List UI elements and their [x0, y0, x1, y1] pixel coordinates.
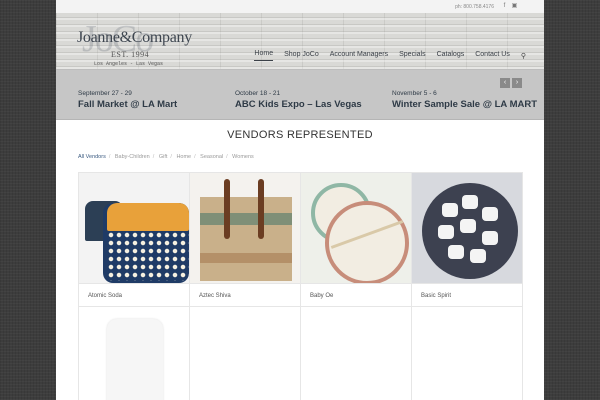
vendor-name: Basic Spirit [421, 293, 452, 299]
vendor-name: Aztec Shiva [199, 293, 231, 299]
chevron-left-icon[interactable]: ‹ [500, 78, 510, 88]
event-title: ABC Kids Expo – Las Vegas [235, 99, 362, 110]
vendor-image-aztec-shiva[interactable] [190, 173, 301, 284]
section-title: VENDORS REPRESENTED [227, 129, 373, 141]
event-title: Winter Sample Sale @ LA MART [392, 99, 538, 110]
top-bar: ph: 800.758.4176 f ▣ [56, 0, 544, 13]
event-title: Fall Market @ LA Mart [78, 99, 178, 110]
vendor-caption[interactable]: Baby Oe [301, 284, 412, 307]
vendor-image[interactable] [79, 307, 190, 400]
filter-seasonal[interactable]: Seasonal [200, 154, 223, 160]
event-date: November 5 - 6 [392, 90, 437, 97]
event-arrows: ‹ › [500, 78, 522, 88]
filter-gift[interactable]: Gift [159, 154, 168, 160]
nav-home[interactable]: Home [254, 50, 274, 61]
vendor-image-basic-spirit[interactable] [412, 173, 523, 284]
phone-number: ph: 800.758.4176 [455, 4, 494, 10]
nav-catalogs[interactable]: Catalogs [437, 51, 465, 61]
events-bar: September 27 - 29 Fall Market @ LA Mart … [56, 70, 544, 120]
instagram-icon[interactable]: ▣ [511, 3, 518, 10]
site-header: JoCo Joanne&Company EST. 1994 Los Angele… [56, 13, 544, 70]
vendor-grid: Atomic Soda Aztec Shiva Baby Oe Basic Sp… [78, 172, 523, 400]
filter-baby-children[interactable]: Baby-Children [115, 154, 150, 160]
event-date: October 18 - 21 [235, 90, 281, 97]
nav-shop-joco[interactable]: Shop JoCo [284, 51, 319, 61]
filter-all-vendors[interactable]: All Vendors [78, 154, 106, 160]
vendor-caption[interactable]: Atomic Soda [79, 284, 190, 307]
vendor-image[interactable] [190, 307, 301, 400]
logo-name[interactable]: Joanne&Company [77, 29, 192, 47]
page-container: ph: 800.758.4176 f ▣ JoCo Joanne&Company… [56, 0, 544, 400]
main-nav: Home Shop JoCo Account Managers Specials… [254, 50, 526, 61]
nav-specials[interactable]: Specials [399, 51, 425, 61]
event-item[interactable]: October 18 - 21 ABC Kids Expo – Las Vega… [235, 90, 362, 110]
vendor-caption[interactable]: Aztec Shiva [190, 284, 301, 307]
filter-home[interactable]: Home [176, 154, 191, 160]
filter-womens[interactable]: Womens [232, 154, 254, 160]
nav-account-managers[interactable]: Account Managers [330, 51, 388, 61]
facebook-icon[interactable]: f [501, 3, 508, 10]
vendor-name: Atomic Soda [88, 293, 123, 299]
chevron-right-icon[interactable]: › [512, 78, 522, 88]
vendor-filters: All Vendors / Baby-Children / Gift / Home / … [78, 154, 254, 160]
logo-locations: Los Angeles - Las Vegas [94, 61, 164, 67]
event-item[interactable]: September 27 - 29 Fall Market @ LA Mart [78, 90, 177, 110]
vendor-caption[interactable]: Basic Spirit [412, 284, 523, 307]
nav-contact-us[interactable]: Contact Us [475, 51, 510, 61]
event-item[interactable]: November 5 - 6 Winter Sample Sale @ LA M… [392, 90, 537, 110]
search-icon[interactable]: ⚲ [521, 52, 526, 60]
vendor-image[interactable] [412, 307, 523, 400]
vendor-image[interactable] [301, 307, 412, 400]
logo-established: EST. 1994 [111, 50, 150, 59]
vendor-image-atomic-soda[interactable] [79, 173, 190, 284]
event-date: September 27 - 29 [78, 90, 132, 97]
main-content: VENDORS REPRESENTED All Vendors / Baby-Ch… [56, 120, 544, 400]
vendor-image-baby-oe[interactable] [301, 173, 412, 284]
vendor-name: Baby Oe [310, 293, 334, 299]
